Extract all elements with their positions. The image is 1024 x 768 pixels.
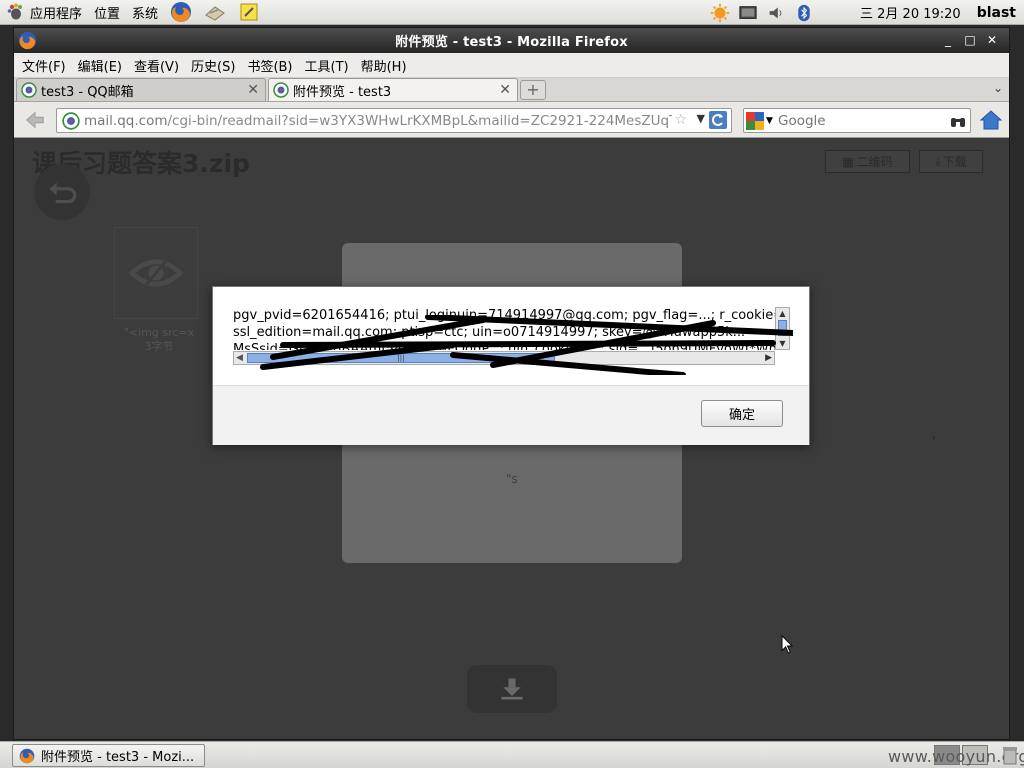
preview-text: "s (506, 472, 518, 486)
url-path: /cgi-bin/readmail?sid=w3YX3WHwLrKXMBpL&m… (167, 112, 672, 129)
site-identity-icon[interactable] (62, 111, 80, 130)
download-small-icon: ⤓ (935, 154, 941, 168)
system-menu[interactable]: 系统 (126, 0, 164, 25)
firefox-task-icon (19, 748, 35, 763)
tab-attachment-preview[interactable]: 附件预览 - test3 ✕ (268, 78, 518, 101)
search-engine-selector[interactable]: ▼ (746, 111, 776, 131)
places-menu-label: 位置 (94, 6, 121, 22)
sun-update-icon (710, 3, 730, 22)
url-host: mail.qq.com (84, 112, 168, 129)
qq-favicon-icon (273, 82, 289, 98)
search-input[interactable] (776, 111, 926, 130)
tab-bar: test3 - QQ邮箱 ✕ 附件预览 - test3 ✕ + ⌄ (14, 78, 1009, 102)
notes-launcher[interactable] (236, 1, 262, 23)
mail-launcher[interactable] (202, 1, 228, 23)
mail-client-icon (205, 6, 225, 21)
download-bottom-button[interactable] (467, 665, 557, 713)
download-icon (501, 678, 523, 700)
thumbnail-size: 3字节 (144, 340, 174, 353)
panel-right: 三 2月 20 19:20 blast (706, 0, 1024, 25)
tab-qqmail-label: test3 - QQ邮箱 (41, 84, 134, 100)
search-bar[interactable]: ▼ (743, 108, 971, 133)
alert-dialog: pgv_pvid=6201654416; ptui_loginuin=71491… (212, 286, 810, 445)
qr-code-icon: ▦ (842, 154, 854, 169)
tab-close-icon[interactable]: ✕ (247, 82, 259, 98)
qq-favicon-icon (21, 82, 37, 98)
mouse-cursor-icon (781, 635, 794, 654)
applications-menu-label: 应用程序 (30, 6, 83, 22)
system-menu-label: 系统 (132, 6, 159, 22)
google-icon (746, 111, 764, 130)
tab-list-chevron-icon[interactable]: ⌄ (993, 81, 1003, 95)
thumbnail-filename: "<img src=x (123, 326, 195, 339)
return-button[interactable] (34, 164, 90, 220)
volume-icon (769, 7, 782, 18)
update-notifier[interactable] (709, 2, 731, 24)
undo-arrow-icon (49, 182, 77, 204)
bottom-panel: 附件预览 - test3 - Mozi... www.wooyun.org (0, 741, 1024, 768)
back-button[interactable] (20, 106, 50, 134)
navigation-bar: mail.qq.com/cgi-bin/readmail?sid=w3YX3WH… (14, 102, 1009, 138)
tab-qqmail[interactable]: test3 - QQ邮箱 ✕ (16, 78, 266, 101)
file-thumbnail[interactable] (114, 227, 198, 319)
firefox-icon (171, 2, 192, 22)
bluetooth-icon (798, 4, 810, 21)
scroll-left-icon[interactable]: ◀ (236, 352, 243, 364)
monitor-icon (739, 5, 757, 19)
clock[interactable]: 三 2月 20 19:20 (860, 3, 961, 22)
window-title: 附件预览 - test3 - Mozilla Firefox (395, 35, 628, 50)
menu-bar: 文件(F) 编辑(E) 查看(V) 历史(S) 书签(B) 工具(T) 帮助(H… (14, 53, 1009, 78)
download-top-button[interactable]: ⤓ 下载 (919, 150, 983, 173)
minimize-button[interactable]: _ (937, 32, 959, 49)
maximize-button[interactable]: □ (959, 32, 981, 49)
tab-close-icon[interactable]: ✕ (499, 82, 511, 98)
bluetooth-tray[interactable] (793, 2, 815, 24)
binoculars-search-icon[interactable] (950, 113, 966, 129)
taskbar-firefox-label: 附件预览 - test3 - Mozi... (41, 750, 195, 765)
applications-menu[interactable]: 应用程序 (0, 0, 88, 25)
close-window-button[interactable]: ✕ (981, 32, 1003, 49)
menu-file[interactable]: 文件(F) (16, 56, 72, 75)
ok-button[interactable]: 确定 (701, 400, 783, 427)
menu-help[interactable]: 帮助(H) (355, 56, 413, 75)
gnome-foot-icon (7, 3, 22, 20)
tab-attachment-preview-label: 附件预览 - test3 (293, 84, 392, 100)
menu-view[interactable]: 查看(V) (128, 56, 185, 75)
url-bar[interactable]: mail.qq.com/cgi-bin/readmail?sid=w3YX3WH… (56, 108, 732, 133)
reload-icon[interactable] (709, 111, 727, 129)
back-arrow-icon (26, 111, 44, 128)
trash-icon[interactable] (1002, 745, 1018, 765)
url-history-dropdown-icon[interactable]: ▼ (697, 112, 705, 125)
notes-icon (240, 3, 258, 21)
display-tray[interactable] (737, 2, 759, 24)
title-bar[interactable]: 附件预览 - test3 - Mozilla Firefox _ □ ✕ (14, 28, 1009, 53)
firefox-window-icon[interactable] (18, 31, 37, 50)
download-label: 下载 (942, 155, 967, 169)
menu-history[interactable]: 历史(S) (185, 56, 241, 75)
qr-code-label: 二维码 (856, 155, 893, 169)
menu-bookmarks[interactable]: 书签(B) (241, 56, 298, 75)
bookmark-star-icon[interactable]: ☆ (674, 112, 687, 128)
firefox-launcher[interactable] (168, 1, 194, 23)
eye-preview-icon (128, 259, 184, 287)
top-panel: 应用程序 位置 系统 三 2月 20 19:20 blast (0, 0, 1024, 25)
qr-code-button[interactable]: ▦ 二维码 (825, 150, 910, 173)
url-text[interactable]: mail.qq.com/cgi-bin/readmail?sid=w3YX3WH… (84, 113, 672, 129)
alert-message-area: pgv_pvid=6201654416; ptui_loginuin=71491… (233, 307, 793, 375)
home-button-icon[interactable] (979, 108, 1003, 132)
taskbar-firefox-button[interactable]: 附件预览 - test3 - Mozi... (12, 744, 205, 767)
redaction-scribble (260, 315, 793, 375)
thumbnail-caption: "<img src=x 3字节 (114, 326, 204, 354)
menu-edit[interactable]: 编辑(E) (72, 56, 128, 75)
menu-tools[interactable]: 工具(T) (299, 56, 355, 75)
places-menu[interactable]: 位置 (88, 0, 126, 25)
stray-mark: ' (932, 434, 936, 448)
user-name[interactable]: blast (977, 5, 1016, 21)
volume-tray[interactable] (765, 2, 787, 24)
new-tab-button[interactable]: + (520, 80, 546, 100)
search-engine-chevron-icon: ▼ (766, 115, 773, 126)
dialog-footer: 确定 (213, 385, 809, 445)
